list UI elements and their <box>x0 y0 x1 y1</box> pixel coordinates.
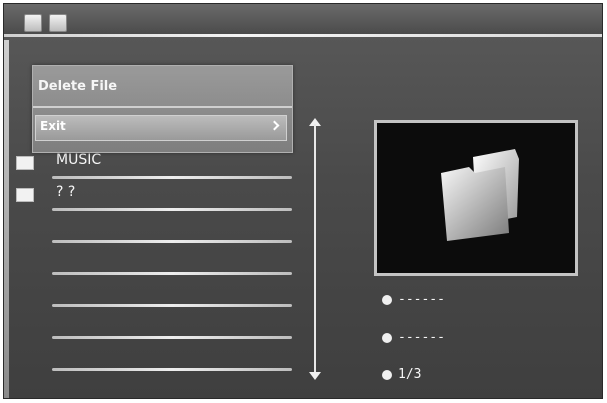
info-row: 1/3 <box>382 367 542 387</box>
preview-pane <box>374 120 578 276</box>
row-divider <box>52 304 292 307</box>
folder-icon <box>16 188 34 202</box>
row-divider <box>52 240 292 243</box>
mode-icon[interactable] <box>24 14 42 32</box>
bullet-icon <box>382 333 392 343</box>
list-item-label: MUSIC <box>56 152 102 168</box>
top-bar <box>4 4 602 34</box>
row-divider <box>52 336 292 339</box>
list-item-label: ? ? <box>56 184 76 200</box>
list-item[interactable] <box>4 277 304 309</box>
row-divider <box>52 272 292 275</box>
photo-frame-screen: MUSIC ? ? Delete File Exit ------ ------… <box>3 3 603 399</box>
music-folder-icon <box>16 156 34 170</box>
bullet-icon <box>382 370 392 380</box>
list-item[interactable] <box>4 245 304 277</box>
info-line-2: ------ <box>398 330 445 345</box>
info-row: ------ <box>382 330 542 350</box>
folder-icon <box>441 149 519 241</box>
list-item[interactable]: MUSIC <box>4 149 304 181</box>
delete-file-dialog: Delete File Exit <box>32 65 293 153</box>
row-divider <box>52 208 292 211</box>
list-item[interactable] <box>4 213 304 245</box>
list-item[interactable]: ? ? <box>4 181 304 213</box>
scroll-down-arrow-icon[interactable] <box>309 372 321 380</box>
list-item[interactable] <box>4 309 304 341</box>
dialog-divider <box>33 106 292 108</box>
exit-option[interactable]: Exit <box>35 115 287 141</box>
chevron-right-icon <box>269 120 280 131</box>
row-divider <box>52 176 292 179</box>
page-indicator: 1/3 <box>398 367 422 382</box>
info-row: ------ <box>382 292 542 312</box>
list-item[interactable] <box>4 341 304 373</box>
exit-option-label: Exit <box>40 119 66 133</box>
dialog-title: Delete File <box>38 79 118 94</box>
mode-icon-2[interactable] <box>49 14 67 32</box>
top-divider <box>4 34 602 37</box>
scrollbar[interactable] <box>314 124 316 378</box>
row-divider <box>52 368 292 371</box>
info-line-1: ------ <box>398 292 445 307</box>
bullet-icon <box>382 295 392 305</box>
